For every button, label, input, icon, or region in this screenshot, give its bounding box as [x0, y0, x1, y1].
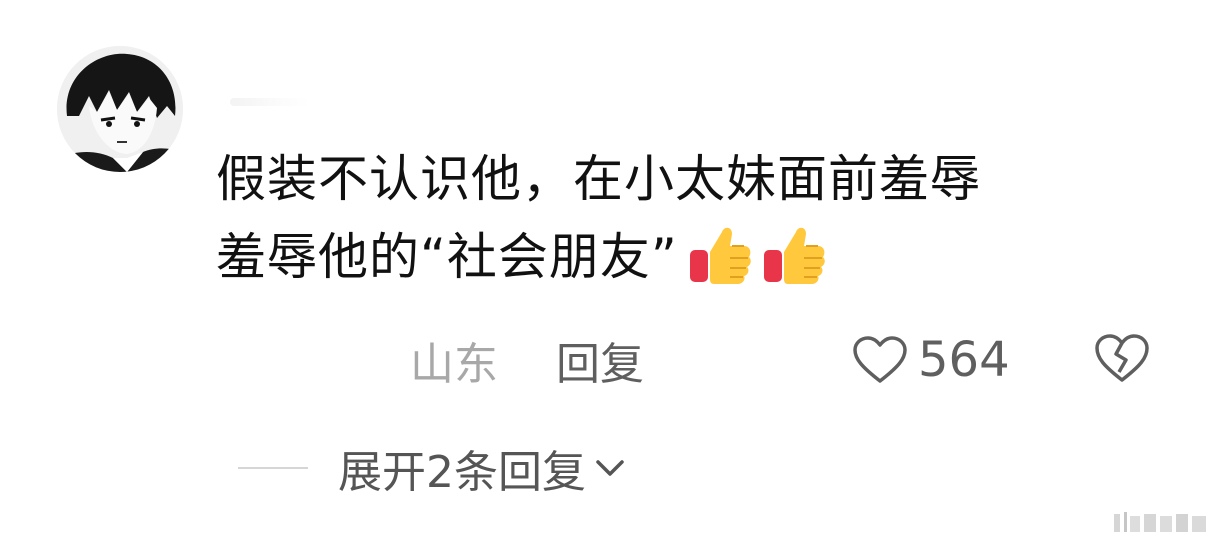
- like-count: 564: [918, 332, 1010, 388]
- comment-text: 假装不认识他，在小太妹面前羞辱 羞辱他的“社会朋友”: [216, 140, 1176, 296]
- comment-item: 假装不认识他，在小太妹面前羞辱 羞辱他的“社会朋友” 山东 回复 564 展开2…: [0, 0, 1216, 548]
- thumbs-up-icon: [689, 227, 751, 284]
- comment-meta: 山东 回复: [410, 330, 644, 390]
- avatar-image: [57, 46, 183, 172]
- expand-replies-button[interactable]: 展开2条回复: [238, 438, 628, 498]
- comment-line-1: 假装不认识他，在小太妹面前羞辱: [216, 150, 981, 208]
- comment-line-2: 羞辱他的“社会朋友”: [216, 228, 678, 286]
- like-button[interactable]: 564: [852, 330, 1010, 390]
- divider-line: [238, 467, 308, 469]
- broken-heart-icon[interactable]: [1094, 332, 1150, 384]
- username-placeholder: [230, 98, 310, 106]
- location-label: 山东: [410, 339, 498, 390]
- reply-button[interactable]: 回复: [556, 328, 644, 392]
- comment-line-2-wrap: 羞辱他的“社会朋友”: [216, 218, 1176, 296]
- chevron-down-icon: [596, 460, 624, 476]
- heart-icon: [853, 336, 907, 383]
- thumbs-up-icon: [763, 227, 825, 284]
- watermark-logo: [1114, 512, 1206, 532]
- avatar[interactable]: [57, 46, 183, 172]
- expand-replies-label: 展开2条回复: [338, 447, 586, 498]
